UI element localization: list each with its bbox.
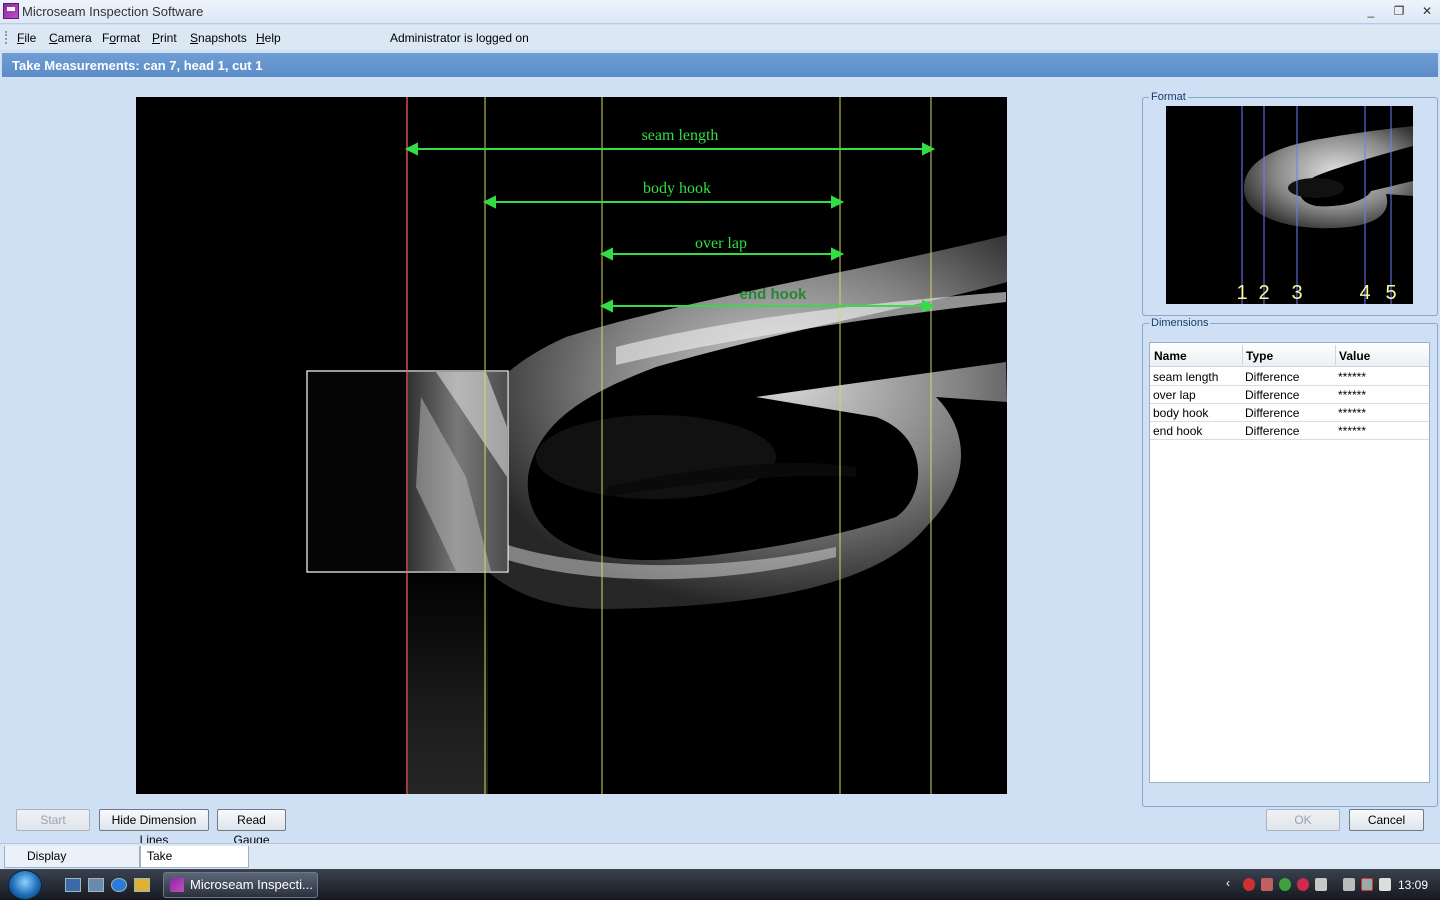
format-panel: Format 1 2 3 4 5 <box>1142 91 1438 316</box>
table-row[interactable]: body hook Difference ****** <box>1150 404 1429 422</box>
page-title: Take Measurements: can 7, head 1, cut 1 <box>2 53 1438 77</box>
usb-device-icon[interactable] <box>1315 878 1327 891</box>
menu-snapshots-rest: napshots <box>198 31 247 45</box>
update-status-icon[interactable] <box>1279 878 1291 891</box>
read-gauge-button[interactable]: Read Gauge <box>217 809 286 847</box>
maximize-button[interactable]: ❐ <box>1388 2 1410 20</box>
column-header-type[interactable]: Type <box>1246 349 1273 363</box>
seam-specimen <box>454 235 1007 609</box>
seam-image-svg[interactable]: seam length body hook over lap end hook <box>136 97 1007 794</box>
title-bar: Microseam Inspection Software _ ❐ ✕ <box>0 0 1440 24</box>
column-header-name[interactable]: Name <box>1154 349 1187 363</box>
hide-dimension-lines-button[interactable]: Hide Dimension Lines <box>99 809 209 847</box>
login-status: Administrator is logged on <box>390 31 529 45</box>
column-header-value[interactable]: Value <box>1339 349 1370 363</box>
marker-1: 1 <box>1236 282 1247 304</box>
menu-help[interactable]: Help <box>256 31 281 45</box>
menu-format[interactable]: Format <box>102 31 140 45</box>
row-type: Difference <box>1245 406 1300 420</box>
row-type: Difference <box>1245 370 1300 384</box>
taskbar-clock[interactable]: 13:09 <box>1398 878 1428 892</box>
label-body-hook: body hook <box>643 180 711 197</box>
taskbar: Microseam Inspecti... ‹ 13:09 <box>0 869 1440 900</box>
start-button-orb-icon[interactable] <box>8 870 42 900</box>
seam-image-view[interactable]: seam length body hook over lap end hook <box>136 97 1007 794</box>
menu-print[interactable]: Print <box>152 31 177 45</box>
menu-grip-icon <box>5 31 7 44</box>
label-seam-length: seam length <box>642 127 719 144</box>
label-over-lap: over lap <box>695 235 747 252</box>
row-name: end hook <box>1153 424 1203 438</box>
menu-file-rest: ile <box>24 31 37 45</box>
row-value: ****** <box>1338 424 1367 438</box>
row-value: ****** <box>1338 388 1367 402</box>
minimize-button[interactable]: _ <box>1360 2 1382 20</box>
menu-bar: File Camera Format Print Snapshots Help … <box>0 25 1440 50</box>
menu-help-rest: elp <box>264 31 281 45</box>
row-value: ****** <box>1338 406 1367 420</box>
dimensions-table-header: Name Type Value <box>1150 343 1429 367</box>
network-tool-icon[interactable] <box>1261 878 1273 891</box>
table-row[interactable]: end hook Difference ****** <box>1150 422 1429 440</box>
network-status-icon[interactable] <box>1361 878 1373 891</box>
window-title: Microseam Inspection Software <box>22 4 204 19</box>
table-row[interactable]: over lap Difference ****** <box>1150 386 1429 404</box>
taskbar-app-button[interactable]: Microseam Inspecti... <box>163 872 318 898</box>
menu-camera[interactable]: Camera <box>49 31 92 45</box>
dimensions-table[interactable]: Name Type Value seam length Difference *… <box>1149 342 1430 783</box>
cancel-button[interactable]: Cancel <box>1349 809 1424 831</box>
app-icon <box>3 3 19 19</box>
taskbar-app-label: Microseam Inspecti... <box>190 877 313 892</box>
row-name: over lap <box>1153 388 1196 402</box>
ok-button[interactable]: OK <box>1266 809 1340 831</box>
marker-3: 3 <box>1291 282 1302 304</box>
tab-display-measurements[interactable]: Display Measurements <box>4 846 140 883</box>
show-desktop-icon[interactable] <box>65 878 81 892</box>
format-thumbnail-svg: 1 2 3 4 5 <box>1236 106 1413 304</box>
format-thumbnail[interactable]: 1 2 3 4 5 <box>1166 106 1413 304</box>
format-panel-title: Format <box>1149 91 1188 103</box>
media-player-icon[interactable] <box>134 878 150 892</box>
menu-format-rest: rmat <box>116 31 141 45</box>
browser-icon[interactable] <box>111 878 127 892</box>
battery-icon[interactable] <box>1343 878 1355 891</box>
row-name: seam length <box>1153 370 1219 384</box>
table-row[interactable]: seam length Difference ****** <box>1150 368 1429 386</box>
security-shield-icon[interactable] <box>1243 878 1255 891</box>
tray-expand-chevron-icon[interactable]: ‹ <box>1226 876 1238 890</box>
column-separator <box>1242 345 1243 365</box>
tab-strip: Display Measurements Take Measurements <box>0 843 1440 883</box>
row-name: body hook <box>1153 406 1209 420</box>
tab-take-measurements[interactable]: Take Measurements <box>140 846 249 883</box>
row-value: ****** <box>1338 370 1367 384</box>
menu-print-rest: rint <box>160 31 177 45</box>
marker-2: 2 <box>1258 282 1269 304</box>
menu-file[interactable]: File <box>17 31 36 45</box>
row-type: Difference <box>1245 424 1300 438</box>
shadow-column <box>408 567 488 794</box>
marker-4: 4 <box>1359 282 1370 304</box>
label-end-hook: end hook <box>740 286 807 303</box>
row-type: Difference <box>1245 388 1300 402</box>
marker-5: 5 <box>1385 282 1396 304</box>
start-button[interactable]: Start <box>16 809 90 831</box>
dimensions-panel: Dimensions Name Type Value seam length D… <box>1142 317 1438 807</box>
menu-snapshots[interactable]: Snapshots <box>190 31 247 45</box>
dimensions-panel-title: Dimensions <box>1149 317 1211 329</box>
window-switcher-icon[interactable] <box>88 878 104 892</box>
column-separator <box>1335 345 1336 365</box>
menu-camera-rest: amera <box>57 31 92 45</box>
volume-icon[interactable] <box>1379 878 1391 891</box>
taskbar-app-icon <box>170 878 184 892</box>
app-tray-icon[interactable] <box>1297 878 1309 891</box>
close-button[interactable]: ✕ <box>1416 2 1438 20</box>
